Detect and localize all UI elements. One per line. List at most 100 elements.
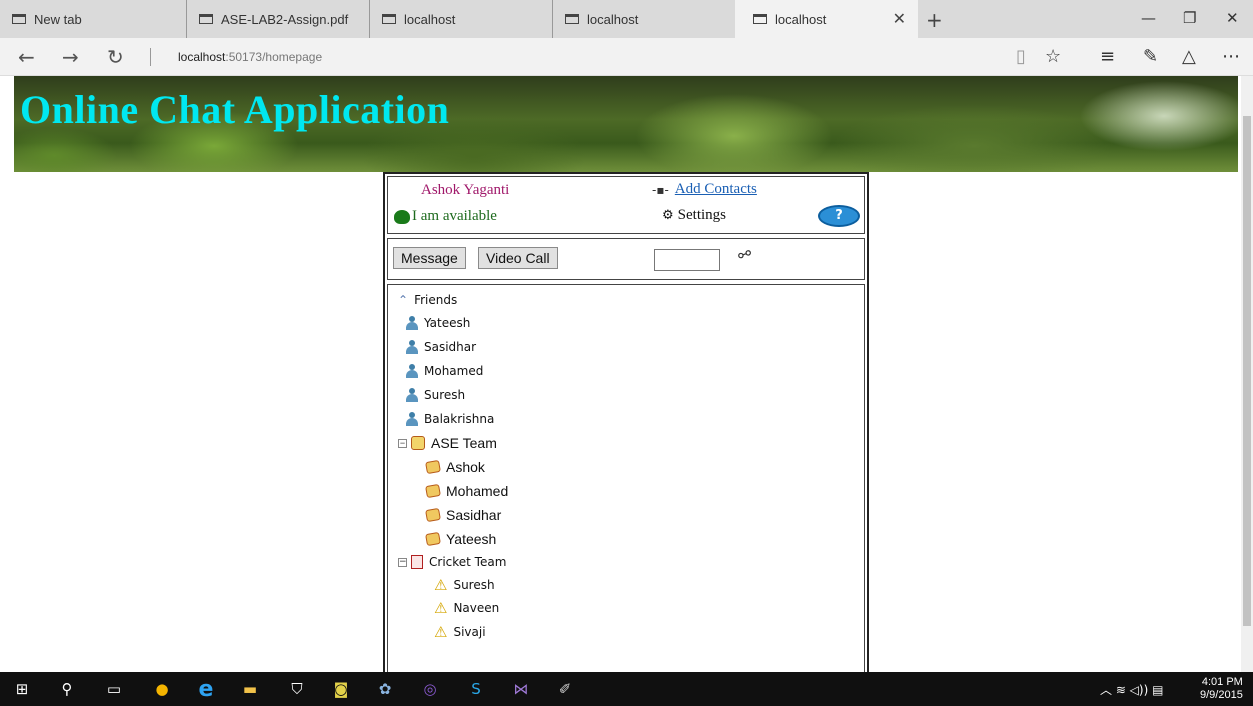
app-icon[interactable]: ◙ <box>331 679 351 699</box>
search-icon[interactable]: ⚲ <box>57 679 77 699</box>
friend-item[interactable]: Suresh <box>406 388 465 402</box>
restore-icon[interactable]: ❐ <box>1183 9 1196 27</box>
plug-icon: -▪- <box>652 182 669 197</box>
chrome-icon[interactable]: ● <box>152 679 172 699</box>
friend-item[interactable]: Mohamed <box>406 364 483 378</box>
tab-label: localhost <box>404 11 456 27</box>
group-label: ASE Team <box>431 435 497 451</box>
warning-icon: ⚠ <box>434 599 448 617</box>
group-member-item[interactable]: ⚠ Sivaji <box>434 623 486 641</box>
friend-label: Sasidhar <box>424 340 477 354</box>
skype-icon[interactable]: S <box>466 679 486 699</box>
system-tray[interactable]: ︿ ≋ ◁)) ▤ <box>1100 681 1163 698</box>
clock-date: 9/9/2015 <box>1200 689 1243 701</box>
favorite-star-icon[interactable]: ☆ <box>1045 46 1061 67</box>
tab-localhost-2[interactable]: localhost <box>552 0 735 38</box>
group-member-item[interactable]: ⚠ Naveen <box>434 599 500 617</box>
group-member-item[interactable]: Ashok <box>425 459 485 475</box>
friend-item[interactable]: Balakrishna <box>406 412 494 426</box>
reading-view-icon[interactable]: ▯ <box>1016 46 1026 67</box>
visual-studio-icon[interactable]: ⋈ <box>511 679 531 699</box>
warning-icon: ⚠ <box>434 576 448 594</box>
group-member-item[interactable]: ⚠ Suresh <box>434 576 495 594</box>
settings-link[interactable]: ⚙ Settings <box>662 207 726 224</box>
chat-panel: Ashok Yaganti I am available -▪- Add Cont… <box>383 172 869 672</box>
friend-item[interactable]: Yateesh <box>406 316 470 330</box>
user-icon <box>406 340 418 354</box>
edge-icon[interactable]: e <box>196 677 216 702</box>
clock[interactable]: 4:01 PM 9/9/2015 <box>1200 676 1243 702</box>
warning-icon: ⚠ <box>434 623 448 641</box>
group-member-item[interactable]: Yateesh <box>425 531 497 547</box>
close-tab-icon[interactable]: ✕ <box>893 9 906 29</box>
window-close-icon[interactable]: ✕ <box>1226 9 1239 27</box>
contact-card-icon <box>425 531 441 547</box>
status-icon <box>394 209 410 224</box>
collapse-minus-icon[interactable]: − <box>398 438 407 448</box>
file-explorer-icon[interactable]: ▬ <box>240 679 260 699</box>
message-button[interactable]: Message <box>393 247 466 269</box>
user-icon <box>406 364 418 378</box>
user-header: Ashok Yaganti I am available -▪- Add Cont… <box>387 176 865 234</box>
member-label: Yateesh <box>446 531 497 547</box>
member-label: Sasidhar <box>446 507 502 523</box>
viber-icon[interactable]: ◎ <box>420 679 440 699</box>
tab-pdf[interactable]: ASE-LAB2-Assign.pdf <box>186 0 369 38</box>
search-input[interactable] <box>654 249 720 271</box>
user-icon <box>406 316 418 330</box>
windows-start-icon[interactable]: ⊞ <box>12 679 32 699</box>
status[interactable]: I am available <box>394 208 497 225</box>
back-arrow-icon[interactable]: ← <box>18 45 35 69</box>
address-bar: ← → ↻ localhost:50173/homepage ▯ ☆ ≡ ✎ △… <box>0 38 1253 76</box>
friend-label: Yateesh <box>424 316 471 330</box>
tab-page-icon <box>12 14 26 24</box>
url-field[interactable]: localhost:50173/homepage <box>150 48 322 66</box>
help-icon[interactable]: ? <box>818 205 860 227</box>
refresh-icon[interactable]: ↻ <box>107 45 124 69</box>
windows-taskbar: ⊞ ⚲ ▭ ● e ▬ ⛉ ◙ ✿ ◎ S ⋈ ✐ ︿ ≋ ◁)) ▤ 4:01… <box>0 672 1253 706</box>
collapse-minus-icon[interactable]: − <box>398 557 407 567</box>
forward-arrow-icon[interactable]: → <box>62 45 79 69</box>
member-label: Naveen <box>453 601 500 615</box>
group-label: Cricket Team <box>429 555 507 569</box>
browser-tab-bar: New tab ASE-LAB2-Assign.pdf localhost lo… <box>0 0 1253 38</box>
store-icon[interactable]: ⛉ <box>287 679 307 699</box>
more-menu-icon[interactable]: ⋯ <box>1222 46 1240 67</box>
team-icon <box>411 555 423 569</box>
user-icon <box>406 412 418 426</box>
hub-icon[interactable]: ≡ <box>1100 46 1115 67</box>
web-note-icon[interactable]: ✎ <box>1143 46 1158 67</box>
add-contacts-link[interactable]: -▪- Add Contacts <box>652 181 757 198</box>
friend-label: Balakrishna <box>424 412 495 426</box>
tab-localhost-1[interactable]: localhost <box>369 0 552 38</box>
tab-label: ASE-LAB2-Assign.pdf <box>221 11 349 27</box>
tab-new-tab[interactable]: New tab <box>0 0 186 38</box>
friend-item[interactable]: Sasidhar <box>406 340 476 354</box>
tab-localhost-active[interactable]: localhost ✕ <box>735 0 918 38</box>
binoculars-icon[interactable]: ⚯ <box>735 243 754 265</box>
tab-page-icon <box>382 14 396 24</box>
contact-card-icon <box>425 507 441 523</box>
group-member-item[interactable]: Mohamed <box>425 483 508 499</box>
paint-brush-icon[interactable]: ✐ <box>555 679 575 699</box>
status-text: I am available <box>412 208 497 224</box>
settings-label: Settings <box>677 207 726 223</box>
task-view-icon[interactable]: ▭ <box>104 679 124 699</box>
contact-card-icon <box>425 483 441 499</box>
scrollbar-thumb[interactable] <box>1243 116 1251 626</box>
contact-card-icon <box>425 459 441 475</box>
group-member-item[interactable]: Sasidhar <box>425 507 502 523</box>
tab-label: localhost <box>587 11 639 27</box>
group-icon <box>411 436 425 450</box>
minimize-icon[interactable]: — <box>1141 9 1156 27</box>
vertical-scrollbar[interactable] <box>1241 76 1253 672</box>
tree-node-friends[interactable]: ⌃ Friends <box>398 293 457 307</box>
tree-node-group[interactable]: − Cricket Team <box>398 555 506 569</box>
share-icon[interactable]: △ <box>1182 46 1196 67</box>
tree-node-group[interactable]: − ASE Team <box>398 435 497 451</box>
member-label: Suresh <box>453 578 495 592</box>
paint-icon[interactable]: ✿ <box>375 679 395 699</box>
user-name: Ashok Yaganti <box>421 182 510 198</box>
new-tab-plus-icon[interactable]: + <box>926 8 943 32</box>
video-call-button[interactable]: Video Call <box>478 247 558 269</box>
